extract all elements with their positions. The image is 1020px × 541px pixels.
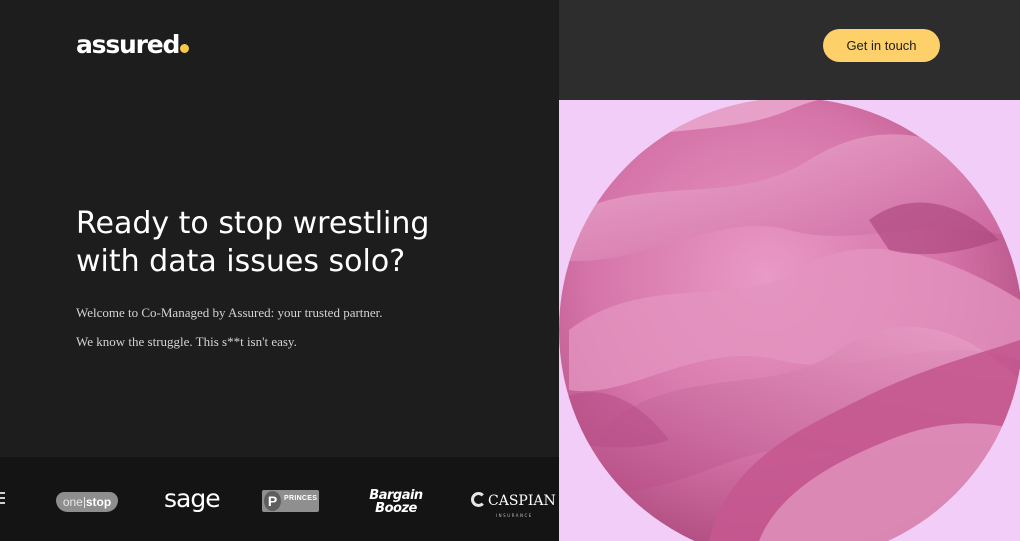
bargain-booze-logo: Bargain Booze xyxy=(369,488,423,516)
right-panel: Get in touch xyxy=(559,0,1020,541)
caspian-mark-icon xyxy=(471,492,486,507)
one-stop-logo: one stop xyxy=(56,492,118,512)
sage-logo: sage xyxy=(164,484,221,513)
logo-dot-icon xyxy=(180,44,190,53)
top-bar: Get in touch xyxy=(559,0,1020,100)
princes-mark-icon: P xyxy=(264,491,281,511)
caspian-logo: CASPIAN INSURANCE xyxy=(471,492,556,518)
hero-paragraph-2: We know the struggle. This s**t isn't ea… xyxy=(76,334,297,349)
pink-abstract-sphere-image xyxy=(559,100,1020,541)
princes-logo: P PRINCES xyxy=(262,490,319,512)
partial-logo-icon xyxy=(0,492,5,504)
assured-logo[interactable]: assured xyxy=(76,30,190,60)
hero-paragraph-1: Welcome to Co-Managed by Assured: your t… xyxy=(76,305,383,320)
hero-artwork xyxy=(559,100,1020,541)
hero-headline: Ready to stop wrestling with data issues… xyxy=(76,206,430,279)
get-in-touch-button[interactable]: Get in touch xyxy=(823,29,940,62)
